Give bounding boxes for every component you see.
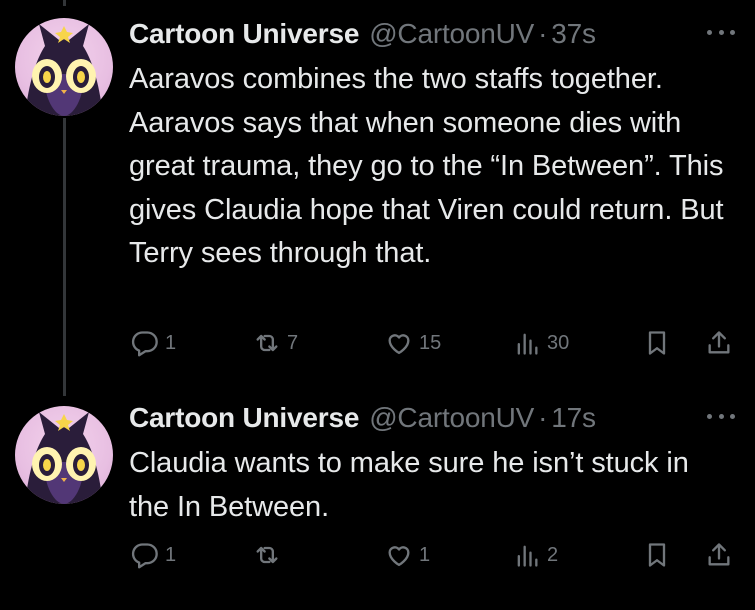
bookmark-icon	[648, 331, 666, 355]
reply-icon	[131, 543, 158, 569]
share-icon	[708, 543, 730, 566]
separator: ·	[538, 18, 548, 49]
views-icon	[517, 545, 538, 567]
views-button[interactable]: 30	[513, 323, 569, 363]
repost-icon	[256, 334, 278, 352]
bookmark-icon	[648, 543, 666, 567]
reply-count: 1	[165, 543, 177, 566]
tweet-header: Cartoon Universe @CartoonUV · 17s	[129, 398, 596, 438]
author-name[interactable]: Cartoon Universe	[129, 18, 359, 50]
share-icon	[708, 331, 730, 354]
repost-icon	[256, 546, 278, 564]
view-count: 2	[547, 543, 559, 566]
like-button[interactable]: 1	[385, 535, 430, 575]
like-count: 1	[419, 543, 431, 566]
author-handle[interactable]: @CartoonUV	[369, 18, 534, 50]
share-button[interactable]	[705, 535, 733, 575]
tweet-text: Aaravos combines the two staffs together…	[129, 63, 724, 269]
bookmark-button[interactable]	[643, 323, 671, 363]
reply-button[interactable]: 1	[131, 323, 176, 363]
reply-icon	[131, 331, 158, 357]
like-count: 15	[419, 331, 442, 354]
like-button[interactable]: 15	[385, 323, 441, 363]
share-button[interactable]	[705, 323, 733, 363]
like-icon	[388, 546, 410, 567]
avatar[interactable]	[15, 18, 113, 116]
more-icon[interactable]	[707, 406, 735, 426]
tweet-header: Cartoon Universe @CartoonUV · 37s	[129, 14, 596, 54]
action-bar: 1 7 15 30	[129, 323, 739, 363]
reply-button[interactable]: 1	[131, 535, 176, 575]
author-handle[interactable]: @CartoonUV	[369, 402, 534, 434]
timestamp[interactable]: 37s	[551, 18, 596, 50]
tweet-text: Claudia wants to make sure he isn’t stuc…	[129, 447, 689, 523]
repost-count: 7	[287, 331, 299, 354]
reply-count: 1	[165, 331, 177, 354]
separator: ·	[538, 402, 548, 433]
thread-line	[63, 118, 66, 396]
author-name[interactable]: Cartoon Universe	[129, 402, 359, 434]
avatar[interactable]	[15, 406, 113, 504]
views-icon	[517, 333, 538, 355]
bookmark-button[interactable]	[643, 535, 671, 575]
like-icon	[388, 334, 410, 355]
view-count: 30	[547, 331, 570, 354]
views-button[interactable]: 2	[513, 535, 558, 575]
more-icon[interactable]	[707, 22, 735, 42]
timestamp[interactable]: 17s	[551, 402, 596, 434]
thread-line-top	[63, 0, 66, 6]
cat-avatar-icon	[25, 24, 103, 116]
repost-button[interactable]	[253, 535, 287, 575]
repost-button[interactable]: 7	[253, 323, 298, 363]
action-bar: 1 1 2	[129, 535, 739, 575]
cat-avatar-icon	[25, 412, 103, 504]
